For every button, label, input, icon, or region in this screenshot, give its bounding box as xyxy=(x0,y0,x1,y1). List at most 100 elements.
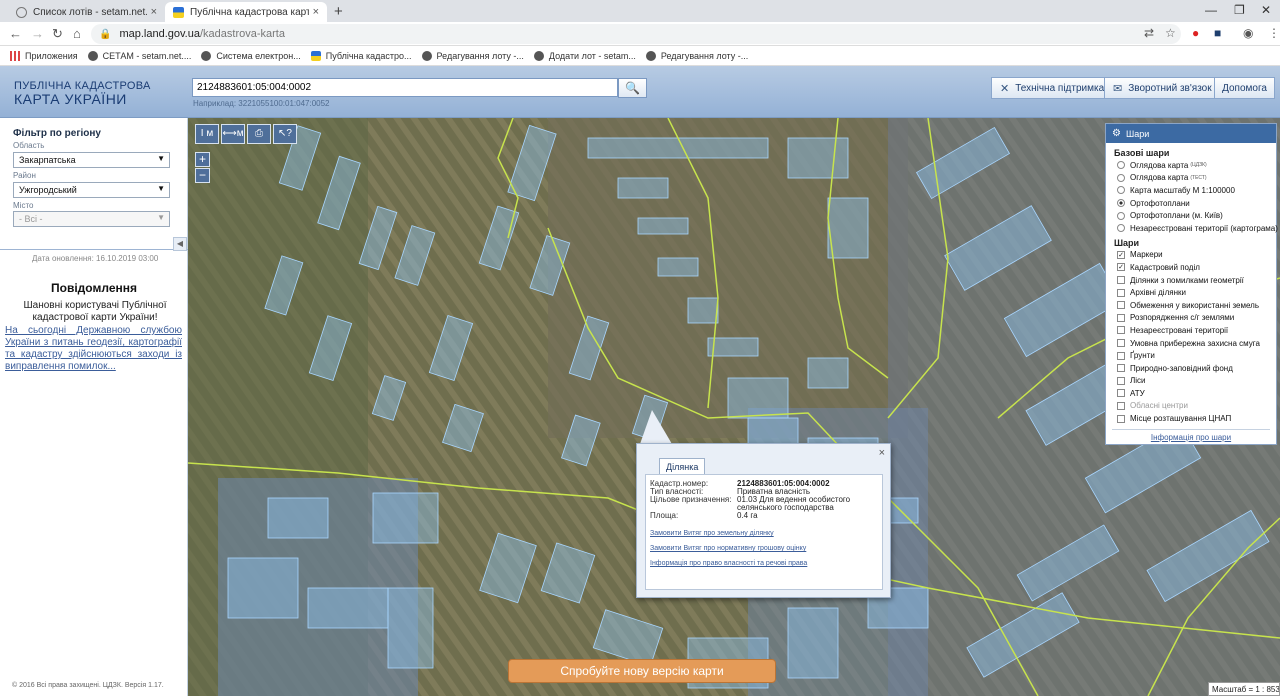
bookmark-item[interactable]: СЕТАМ - setam.net.... xyxy=(87,50,191,61)
radio-button[interactable] xyxy=(1117,186,1125,195)
popup-tab-parcel[interactable]: Ділянка xyxy=(659,458,706,475)
overlay-layer-option[interactable]: Архівні ділянки xyxy=(1117,286,1276,299)
radio-button[interactable] xyxy=(1117,211,1125,220)
overlay-layer-option[interactable]: Ділянки з помилками геометрії xyxy=(1117,274,1276,287)
tab-cadastre[interactable]: Публічна кадастрова карта Укр × xyxy=(165,2,327,22)
notice-title: Повідомлення xyxy=(51,281,137,295)
bookmark-item[interactable]: Додати лот - setam... xyxy=(533,50,636,61)
zoom-in-button[interactable]: + xyxy=(195,152,210,167)
checkbox[interactable]: ✓ xyxy=(1117,250,1125,259)
overlay-layer-option[interactable]: Обласні центри xyxy=(1117,400,1276,413)
home-button[interactable]: ⌂ xyxy=(73,26,81,41)
base-layer-option[interactable]: Карта масштабу М 1:100000 xyxy=(1117,184,1276,197)
map-toolbar: Ι м ⟷м ⎙ ↖? xyxy=(195,124,297,144)
overlay-layer-option[interactable]: АТУ xyxy=(1117,387,1276,400)
overlay-layer-option[interactable]: Місце розташування ЦНАП xyxy=(1117,412,1276,425)
print-button[interactable]: ⎙ xyxy=(247,124,271,144)
checkbox[interactable] xyxy=(1117,414,1125,423)
radio-button[interactable] xyxy=(1117,199,1125,208)
reload-button[interactable]: ↻ xyxy=(52,26,63,42)
layers-info-link[interactable]: Інформація про шари xyxy=(1106,433,1276,442)
feedback-button[interactable]: ✉ Зворотний зв'язок xyxy=(1104,77,1221,99)
maximize-button[interactable]: ❐ xyxy=(1234,3,1245,17)
parcel-action-link[interactable]: Інформація про право власності та речові… xyxy=(650,560,878,567)
url-field[interactable]: 🔒 map.land.gov.ua /kadastrova-karta xyxy=(91,24,1181,44)
back-button[interactable]: ← xyxy=(9,26,22,41)
checkbox[interactable] xyxy=(1117,364,1125,373)
layers-header[interactable]: ⚙ Шари xyxy=(1106,124,1276,143)
checkbox[interactable] xyxy=(1117,351,1125,360)
checkbox[interactable] xyxy=(1117,376,1125,385)
checkbox[interactable] xyxy=(1117,339,1125,348)
zoom-out-button[interactable]: − xyxy=(195,168,210,183)
radio-button[interactable] xyxy=(1117,173,1125,182)
parcel-fields: Кадастр.номер: 2124883601:05:004:0002 Тип … xyxy=(650,480,878,520)
measure-distance-button[interactable]: ⟷м xyxy=(221,124,245,144)
tab-close-icon[interactable]: × xyxy=(313,6,319,18)
bookmark-item[interactable]: Система електрон... xyxy=(201,50,301,61)
bookmark-item[interactable]: Публічна кадастро... xyxy=(310,50,412,61)
menu-icon[interactable]: ⋮ xyxy=(1268,26,1280,40)
translate-icon[interactable]: ⇄ xyxy=(1144,26,1154,40)
checkbox[interactable] xyxy=(1117,401,1125,410)
tab-close-icon[interactable]: × xyxy=(151,6,157,18)
notice-greeting: Шановні користувачі Публічної кадастрово… xyxy=(23,300,167,323)
identify-button[interactable]: ↖? xyxy=(273,124,297,144)
support-button[interactable]: ✕ Технічна підтримка xyxy=(991,77,1114,99)
new-tab-button[interactable]: + xyxy=(334,3,343,20)
measure-line-button[interactable]: Ι м xyxy=(195,124,219,144)
base-layer-option[interactable]: Ортофотоплани (м. Київ) xyxy=(1117,209,1276,222)
radio-button[interactable] xyxy=(1117,161,1125,170)
profile-icon[interactable]: ◉ xyxy=(1243,26,1253,40)
bookmark-item[interactable]: Редагування лоту -... xyxy=(421,50,524,61)
overlay-layer-option[interactable]: Умовна прибережна захисна смуга xyxy=(1117,337,1276,350)
overlay-layer-option[interactable]: Природно-заповідний фонд xyxy=(1117,362,1276,375)
opera-icon[interactable]: ● xyxy=(1192,26,1199,40)
checkbox[interactable]: ✓ xyxy=(1117,263,1125,272)
radio-button[interactable] xyxy=(1117,224,1125,233)
extension-icon[interactable]: ■ xyxy=(1214,26,1221,40)
base-layer-option[interactable]: Незареєстровані території (картограма) xyxy=(1117,222,1278,235)
rayon-select[interactable]: Ужгородський ▼ xyxy=(13,182,170,198)
overlay-layer-option[interactable]: Обмеження у використанні земель xyxy=(1117,299,1276,312)
overlay-layers-list: ✓ Маркери ✓ Кадастровий поділ Ділянки з поми… xyxy=(1106,249,1276,425)
checkbox[interactable] xyxy=(1117,301,1125,310)
bookmark-apps[interactable]: Приложения xyxy=(10,50,78,61)
address-bar: ← → ↻ ⌂ 🔒 map.land.gov.ua /kadastrova-ka… xyxy=(0,22,1280,46)
oblast-select[interactable]: Закарпатська ▼ xyxy=(13,152,170,168)
tab-setam[interactable]: Список лотів - setam.net.ua × xyxy=(8,2,165,22)
checkbox[interactable] xyxy=(1117,313,1125,322)
site-logo[interactable]: ПУБЛІЧНА КАДАСТРОВА КАРТА УКРАЇНИ xyxy=(14,80,151,107)
overlay-layer-option[interactable]: Ґрунти xyxy=(1117,349,1276,362)
overlay-layer-option[interactable]: Незареєстровані території xyxy=(1117,324,1276,337)
notice-link[interactable]: На сьогодні Державною службою України з … xyxy=(5,325,182,373)
checkbox[interactable] xyxy=(1117,288,1125,297)
bookmark-item[interactable]: Редагування лоту -... xyxy=(645,50,748,61)
base-layer-option[interactable]: Оглядова карта (ТЕСТ) xyxy=(1117,172,1276,185)
forward-button[interactable]: → xyxy=(31,26,44,41)
overlay-layer-option[interactable]: ✓ Кадастровий поділ xyxy=(1117,261,1276,274)
checkbox[interactable] xyxy=(1117,276,1125,285)
close-icon[interactable]: × xyxy=(879,447,885,459)
checkbox[interactable] xyxy=(1117,389,1125,398)
city-select[interactable]: - Всі - ▼ xyxy=(13,211,170,227)
base-layer-option[interactable]: Ортофотоплани xyxy=(1117,197,1276,210)
try-new-version-button[interactable]: Спробуйте нову версію карти xyxy=(508,659,776,683)
overlay-layer-option[interactable]: ✓ Маркери xyxy=(1117,249,1276,262)
tab-title: Список лотів - setam.net.ua xyxy=(33,6,147,18)
parcel-action-link[interactable]: Замовити Витяг про земельну ділянку xyxy=(650,530,878,537)
parcel-action-link[interactable]: Замовити Витяг про нормативну грошову оц… xyxy=(650,545,878,552)
close-window-button[interactable]: ✕ xyxy=(1261,3,1271,17)
overlay-layer-option[interactable]: Ліси xyxy=(1117,375,1276,388)
help-button[interactable]: Допомога xyxy=(1214,77,1275,99)
dropdown-arrow-icon: ▼ xyxy=(157,184,165,193)
base-layer-option[interactable]: Оглядова карта (ЦДЗК) xyxy=(1117,159,1276,172)
search-button[interactable]: 🔍 xyxy=(618,78,647,98)
overlay-layer-option[interactable]: Розпорядження с/г землями xyxy=(1117,312,1276,325)
bookmark-star-icon[interactable]: ☆ xyxy=(1165,26,1176,40)
minimize-button[interactable]: — xyxy=(1205,3,1217,17)
cadastre-search-input[interactable] xyxy=(192,78,618,97)
layers-panel: ⚙ Шари Базові шари Оглядова карта (ЦДЗК) О… xyxy=(1105,123,1278,445)
collapse-sidebar-button[interactable]: ◀ xyxy=(173,237,187,251)
checkbox[interactable] xyxy=(1117,326,1125,335)
